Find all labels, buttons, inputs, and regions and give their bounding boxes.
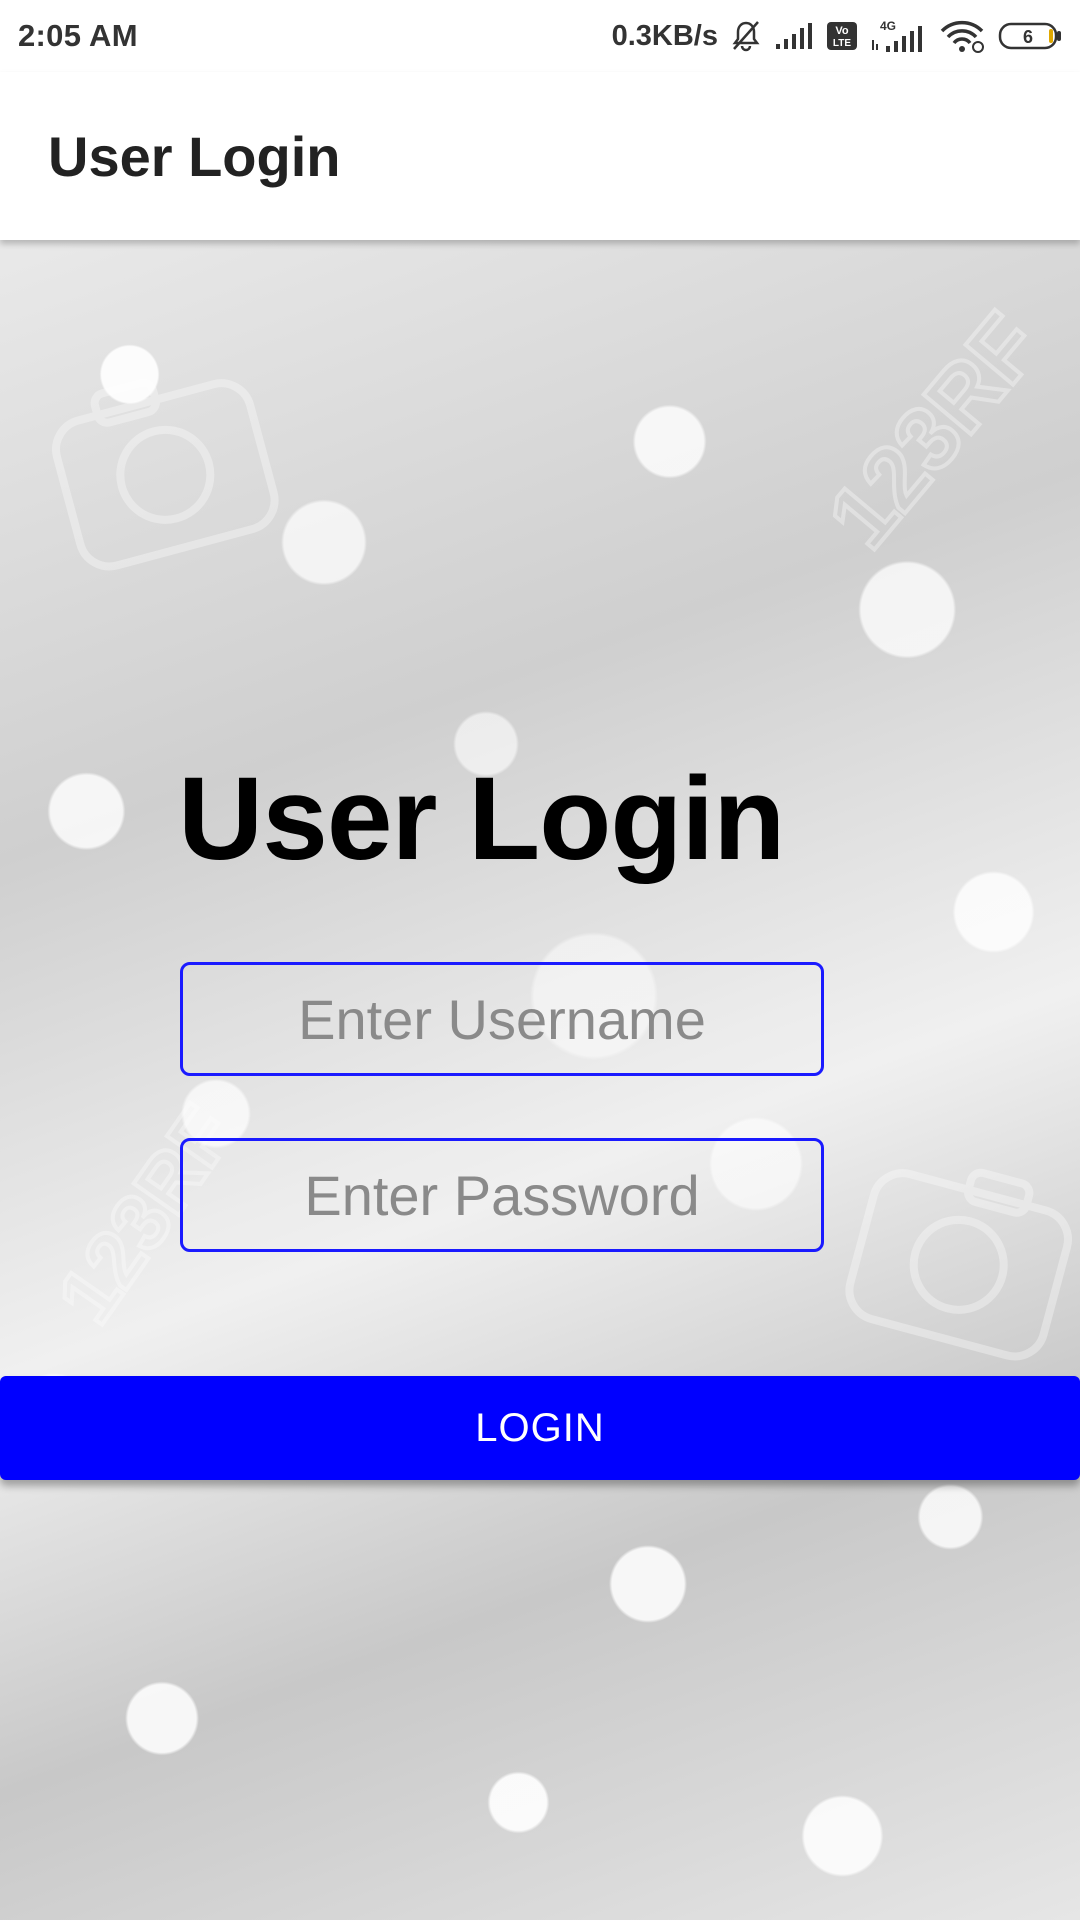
watermark-logo: 123RF	[800, 294, 1062, 625]
4g-signal-icon: 4G	[870, 18, 926, 54]
battery-icon: 6	[998, 21, 1064, 51]
network-type-label: 4G	[880, 19, 896, 33]
login-heading: User Login	[178, 753, 785, 885]
volte-icon: Vo LTE	[826, 21, 858, 51]
status-icons: 0.3KB/s Vo LTE 4G 6	[612, 18, 1064, 54]
status-bar: 2:05 AM 0.3KB/s Vo LTE 4G 6	[0, 0, 1080, 72]
password-input[interactable]: Enter Password	[180, 1138, 824, 1252]
login-button[interactable]: LOGIN	[0, 1376, 1080, 1480]
camera-watermark-icon	[840, 1140, 1080, 1385]
volte-top-label: Vo	[835, 25, 849, 37]
network-speed: 0.3KB/s	[611, 19, 718, 52]
wifi-icon	[938, 19, 986, 53]
login-screen-background: 123RF 123RF User Login Enter Username En…	[0, 240, 1080, 1920]
muted-bell-icon	[730, 19, 762, 53]
watermark-text: 123RF	[810, 300, 1060, 567]
volte-bottom-label: LTE	[833, 38, 851, 49]
battery-level: 6	[1023, 27, 1033, 47]
app-bar-title: User Login	[48, 124, 341, 188]
camera-watermark-icon	[44, 350, 284, 595]
app-bar: User Login	[0, 72, 1080, 240]
status-time: 2:05 AM	[18, 18, 138, 53]
cell-signal-icon	[774, 22, 814, 50]
username-input[interactable]: Enter Username	[180, 962, 824, 1076]
